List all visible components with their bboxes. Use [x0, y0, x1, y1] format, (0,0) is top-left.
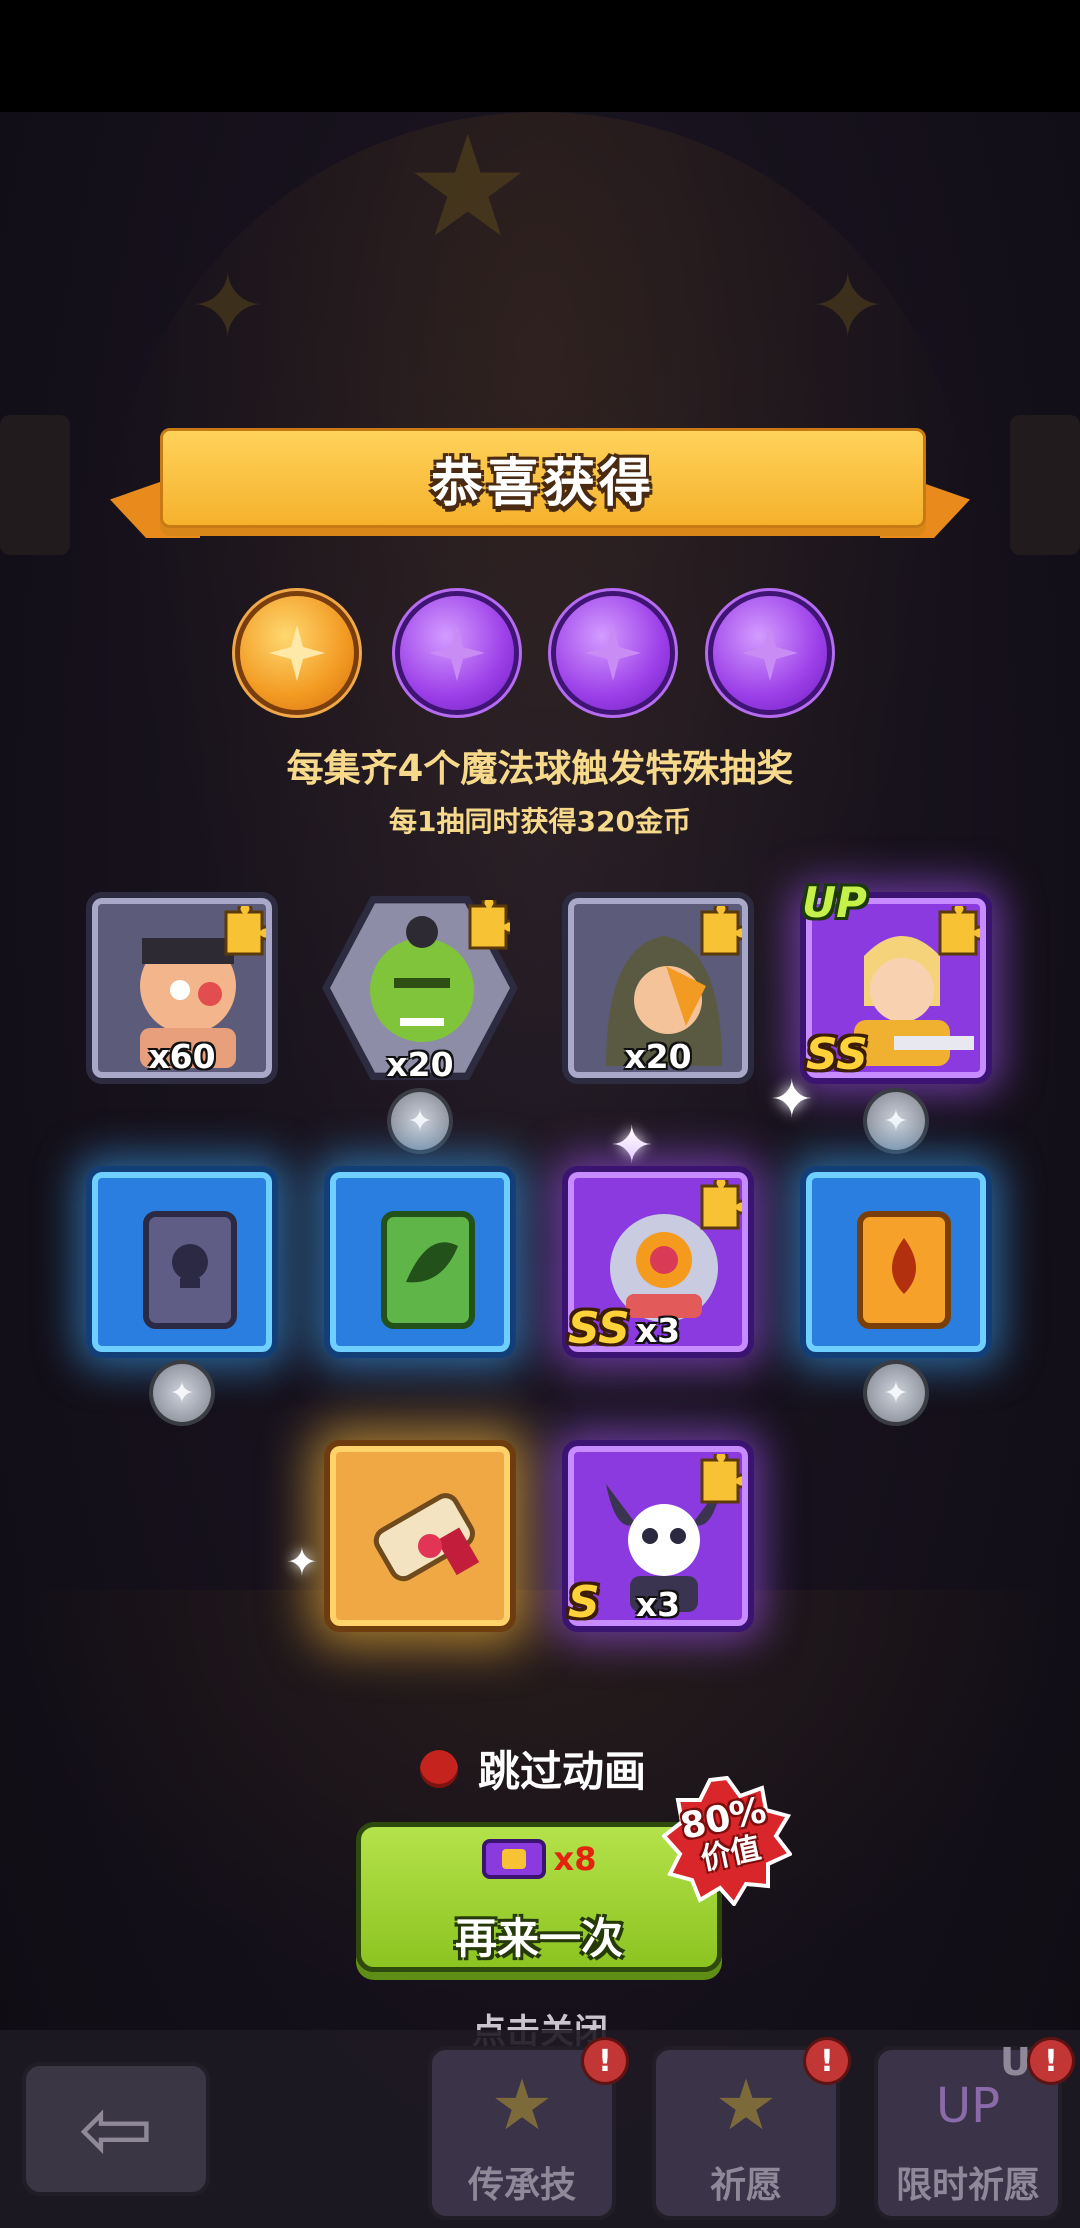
reward-quantity: x3: [635, 1585, 681, 1624]
back-arrow-button[interactable]: ⇦: [22, 2062, 210, 2196]
puzzle-piece-icon: [468, 900, 510, 950]
star-frame-icon: ★: [714, 2064, 778, 2146]
reward-card-robot-eye[interactable]: SS x3: [562, 1166, 754, 1358]
back-arrow-icon: ⇦: [78, 2076, 154, 2182]
star-rank-dot-icon: ✦: [867, 1092, 925, 1150]
nav-item-label: 传承技: [467, 2165, 576, 2206]
reward-card-knight[interactable]: UP SS: [800, 878, 992, 1084]
skull-skill-book-icon: [110, 1190, 266, 1346]
star-rank-dot-icon: ✦: [391, 1092, 449, 1150]
draw-cost-quantity: x8: [553, 1840, 597, 1878]
page-title: 恭喜获得: [430, 453, 655, 514]
value-badge: 80% 价值: [661, 1775, 794, 1908]
draw-again-label: 再来一次: [454, 1914, 623, 1963]
purple-magic-orb-icon: [713, 596, 827, 710]
reward-quantity: x3: [635, 1311, 681, 1350]
orb-rule-text: 每集齐4个魔法球触发特殊抽奖: [286, 747, 794, 790]
reward-card-skull-book[interactable]: [86, 1166, 278, 1358]
nav-item-label: 限时祈愿: [895, 2165, 1040, 2206]
alert-badge: !: [806, 2040, 848, 2082]
alert-badge: !: [584, 2040, 626, 2082]
star-rank-dot-icon: ✦: [867, 1364, 925, 1422]
title-banner: 恭喜获得: [110, 428, 970, 544]
purple-magic-orb-icon: [556, 596, 670, 710]
star-shield-icon: ★: [490, 2064, 554, 2146]
reward-screen: ★ ✦ ✦ 恭喜获得 每集齐4个魔法球触发特殊抽奖 每1抽同时获得320金币 x…: [0, 0, 1080, 2228]
skip-toggle-radio[interactable]: [420, 1749, 458, 1788]
puzzle-piece-icon: [224, 906, 266, 956]
star-rank-dot-icon: ✦: [153, 1364, 211, 1422]
coin-bonus-text: 每1抽同时获得320金币: [389, 805, 691, 838]
reward-card-fire-book[interactable]: [800, 1166, 992, 1358]
rarity-rank: SS: [806, 1029, 868, 1080]
reward-quantity: x20: [386, 1045, 454, 1084]
sparkle-icon: ✦: [770, 1070, 814, 1130]
reward-card-orc[interactable]: x20: [322, 890, 518, 1086]
reward-card-scroll[interactable]: [324, 1440, 516, 1632]
reward-quantity: x60: [148, 1037, 216, 1076]
alert-badge: !: [1030, 2040, 1072, 2082]
sparkle-icon: ✦: [286, 1540, 318, 1584]
fire-skill-book-icon: [824, 1190, 980, 1346]
puzzle-piece-icon: [700, 1454, 742, 1504]
reward-quantity: x20: [624, 1037, 692, 1076]
puzzle-piece-icon: [938, 906, 980, 956]
reward-card-horned-skull[interactable]: S x3: [562, 1440, 754, 1632]
puzzle-piece-icon: [700, 906, 742, 956]
up-frame-icon: UP: [935, 2078, 1001, 2134]
magic-scroll-icon: [348, 1464, 504, 1620]
nav-item-label: 祈愿: [709, 2165, 782, 2206]
gold-magic-orb-icon: [240, 596, 354, 710]
skip-animation-label: 跳过动画: [478, 1747, 647, 1796]
reward-card-leaf-book[interactable]: [324, 1166, 516, 1358]
puzzle-piece-icon: [700, 1180, 742, 1230]
skip-animation-toggle[interactable]: 跳过动画: [420, 1738, 646, 1799]
up-tag: UP: [802, 878, 867, 927]
reward-card-brawler[interactable]: x60: [86, 892, 278, 1084]
leaf-skill-book-icon: [348, 1190, 504, 1346]
nav-up-tag: U: [1000, 2040, 1031, 2084]
purple-magic-orb-icon: [400, 596, 514, 710]
banner-plate: 恭喜获得: [160, 428, 926, 528]
magic-orb-progress: [0, 596, 1080, 716]
reward-card-hooded-rogue[interactable]: x20: [562, 892, 754, 1084]
draw-ticket-icon: [481, 1839, 546, 1879]
